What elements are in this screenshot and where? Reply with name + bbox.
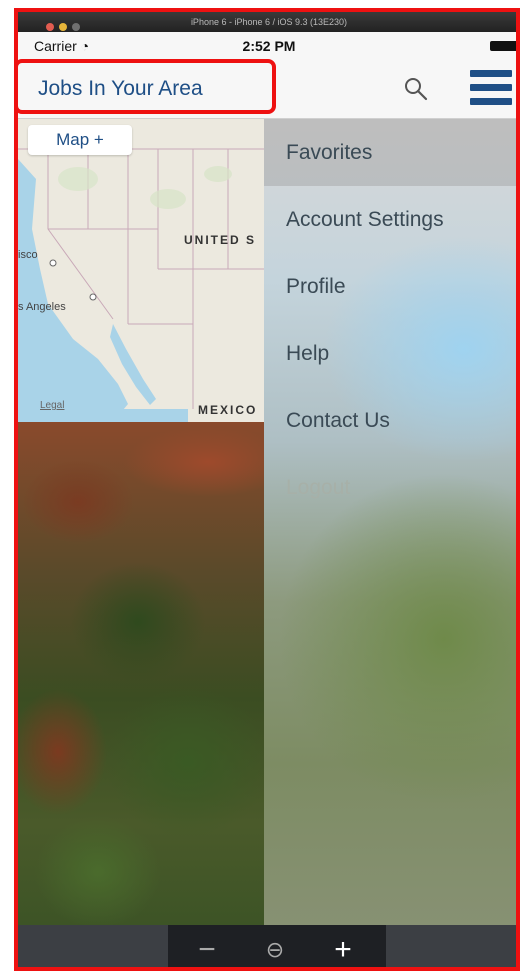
map-add-button[interactable]: Map + — [28, 125, 132, 155]
simulator-title-bar: iPhone 6 - iPhone 6 / iOS 9.3 (13E230) — [18, 12, 520, 32]
menu-item-help[interactable]: Help — [264, 320, 520, 387]
status-time: 2:52 PM — [242, 38, 296, 54]
close-window-icon[interactable] — [46, 23, 54, 31]
navigation-bar: Jobs In Your Area — [18, 60, 520, 119]
side-menu: Favorites Account Settings Profile Help … — [264, 119, 520, 925]
zoom-out-button[interactable]: − — [182, 925, 232, 971]
map-view[interactable]: Map + UNITED S isco s Angeles MEXICO Leg… — [18, 119, 264, 422]
battery-icon — [490, 41, 520, 51]
zoom-reset-icon[interactable]: ⊖ — [250, 925, 300, 971]
map-label-los-angeles: s Angeles — [18, 301, 66, 313]
minimize-window-icon[interactable] — [59, 23, 67, 31]
map-label-united-states: UNITED S — [184, 233, 257, 247]
map-legal-link[interactable]: Legal — [40, 400, 64, 411]
page-title: Jobs In Your Area — [38, 77, 203, 100]
zoom-window-icon[interactable] — [72, 23, 80, 31]
zoom-in-button[interactable]: + — [318, 925, 368, 971]
zoom-controls: − ⊖ + — [168, 925, 386, 971]
map-graphic — [18, 119, 264, 422]
menu-item-logout[interactable]: Logout — [264, 454, 520, 521]
menu-item-profile[interactable]: Profile — [264, 253, 520, 320]
menu-item-contact-us[interactable]: Contact Us — [264, 387, 520, 454]
menu-item-favorites[interactable]: Favorites — [264, 119, 520, 186]
simulator-title: iPhone 6 - iPhone 6 / iOS 9.3 (13E230) — [190, 17, 348, 27]
search-icon[interactable] — [403, 76, 429, 102]
bottom-toolbar: − ⊖ + — [18, 925, 520, 971]
landscape-photo — [18, 422, 264, 925]
map-label-san-francisco: isco — [18, 249, 38, 261]
status-bar: Carrier ◔ 2:52 PM — [18, 32, 520, 60]
menu-item-account-settings[interactable]: Account Settings — [264, 186, 520, 253]
hamburger-menu-icon[interactable] — [470, 70, 512, 108]
map-label-mexico: MEXICO — [198, 403, 258, 417]
